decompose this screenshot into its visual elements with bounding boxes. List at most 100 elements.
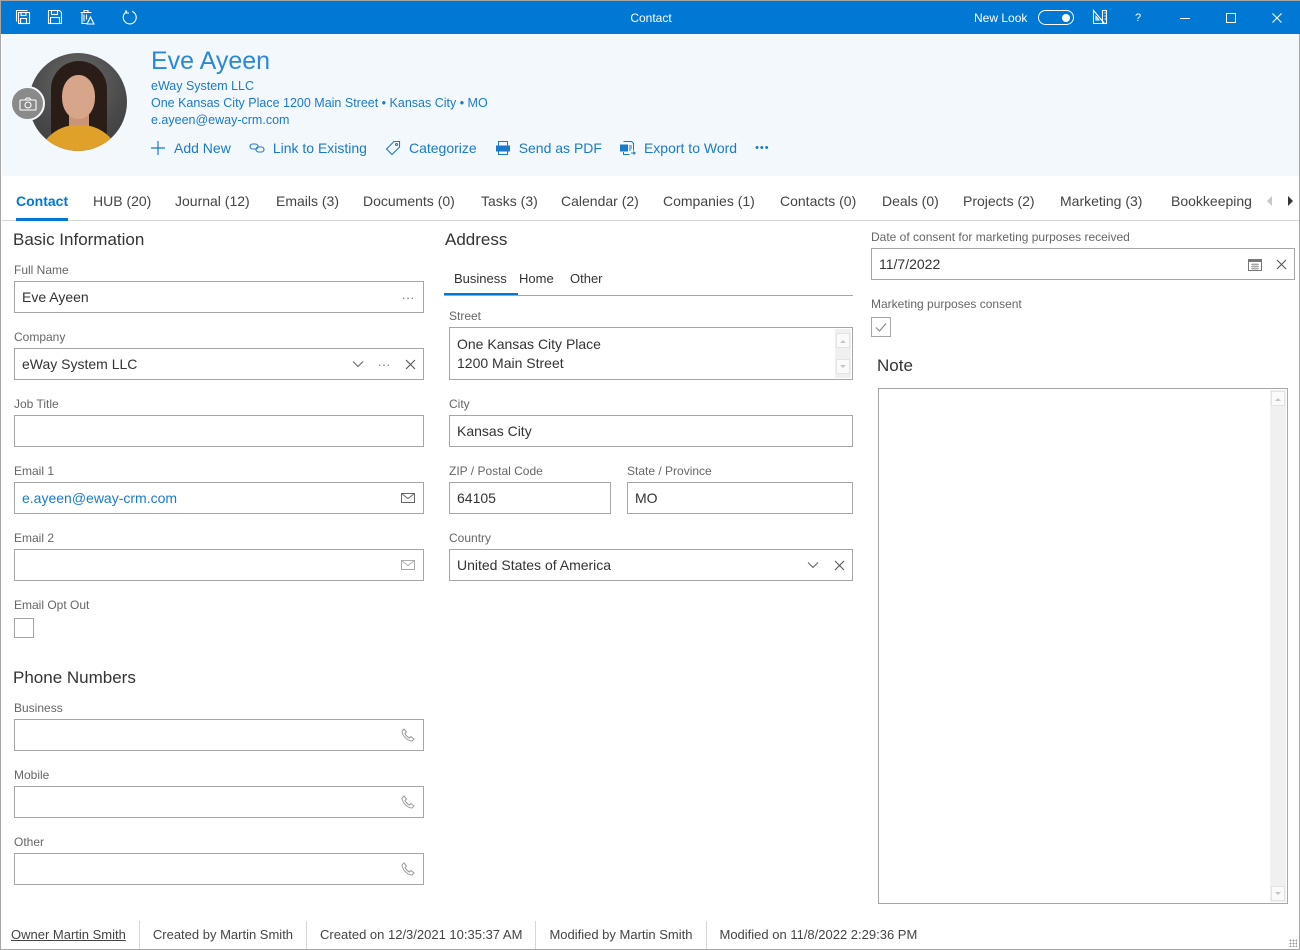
street-scrollbar[interactable] <box>835 329 851 378</box>
mail-icon[interactable] <box>395 483 421 513</box>
send-as-pdf-button[interactable]: Send as PDF <box>495 140 602 156</box>
business-phone-field[interactable] <box>14 719 424 751</box>
scroll-up-icon[interactable] <box>1271 391 1285 406</box>
action-bar: Add New Link to Existing Categorize Send… <box>150 138 788 158</box>
tab-contacts[interactable]: Contacts (0) <box>780 193 856 209</box>
country-value: United States of America <box>457 557 612 573</box>
tab-marketing[interactable]: Marketing (3) <box>1060 193 1142 209</box>
more-actions-button[interactable]: ••• <box>755 142 770 154</box>
street-field[interactable]: One Kansas City Place 1200 Main Street <box>449 327 853 380</box>
created-by: Created by Martin Smith <box>140 921 308 949</box>
tab-bookkeeping[interactable]: Bookkeeping <box>1171 193 1253 209</box>
minimize-button[interactable] <box>1165 1 1205 34</box>
note-field[interactable] <box>878 388 1288 904</box>
tab-documents[interactable]: Documents (0) <box>363 193 455 209</box>
city-label: City <box>449 397 470 411</box>
created-on: Created on 12/3/2021 10:35:37 AM <box>307 921 537 949</box>
other-phone-field[interactable] <box>14 853 424 885</box>
tab-calendar[interactable]: Calendar (2) <box>561 193 639 209</box>
owner-link[interactable]: Owner Martin Smith <box>2 921 140 949</box>
email2-label: Email 2 <box>14 531 55 545</box>
check-icon <box>875 323 887 332</box>
change-photo-button[interactable] <box>10 86 45 121</box>
send-as-pdf-label: Send as PDF <box>518 140 602 156</box>
camera-icon <box>18 96 37 111</box>
clear-icon[interactable] <box>397 349 423 379</box>
scroll-up-icon[interactable] <box>836 333 850 348</box>
modified-on: Modified on 11/8/2022 2:29:36 PM <box>719 927 918 942</box>
close-button[interactable] <box>1257 1 1297 34</box>
marketing-consent-checkbox[interactable] <box>871 317 891 337</box>
link-to-existing-label: Link to Existing <box>272 140 367 156</box>
more-icon[interactable]: ··· <box>395 282 421 312</box>
city-field[interactable]: Kansas City <box>449 415 853 447</box>
link-to-existing-button[interactable]: Link to Existing <box>249 140 367 156</box>
zip-value: 64105 <box>457 490 496 506</box>
full-name-label: Full Name <box>14 263 69 277</box>
header-company-link[interactable]: eWay System LLC <box>151 79 254 93</box>
more-icon[interactable]: ··· <box>371 349 397 379</box>
full-name-field[interactable]: Eve Ayeen ··· <box>14 281 424 313</box>
new-look-label: New Look <box>974 11 1028 25</box>
maximize-icon <box>1226 12 1236 23</box>
tab-scroll-right-button[interactable] <box>1285 195 1295 207</box>
mail-icon[interactable] <box>395 550 421 580</box>
email-opt-out-checkbox[interactable] <box>14 618 34 638</box>
job-title-field[interactable] <box>14 415 424 447</box>
phone-icon[interactable] <box>395 854 421 884</box>
tab-journal[interactable]: Journal (12) <box>175 193 250 209</box>
scroll-down-icon[interactable] <box>1271 886 1285 901</box>
save-and-close-icon[interactable] <box>15 9 31 25</box>
note-scrollbar[interactable] <box>1270 390 1286 902</box>
address-tab-other[interactable]: Other <box>570 271 603 286</box>
full-name-value: Eve Ayeen <box>22 289 89 305</box>
close-icon <box>1272 12 1282 23</box>
plus-icon <box>150 140 166 156</box>
header-email-link[interactable]: e.ayeen@eway-crm.com <box>151 113 289 127</box>
tab-hub[interactable]: HUB (20) <box>93 193 151 209</box>
categorize-button[interactable]: Categorize <box>385 140 477 156</box>
clear-icon[interactable] <box>826 550 852 580</box>
layout-designer-icon[interactable] <box>1092 9 1108 25</box>
business-phone-label: Business <box>14 701 63 715</box>
state-value: MO <box>635 490 658 506</box>
help-button[interactable]: ? <box>1118 1 1158 34</box>
tab-contact[interactable]: Contact <box>16 193 69 221</box>
scroll-down-icon[interactable] <box>836 359 850 374</box>
export-to-word-button[interactable]: Export to Word <box>619 140 737 156</box>
phone-icon[interactable] <box>395 720 421 750</box>
contact-header: Eve Ayeen eWay System LLC One Kansas Cit… <box>2 34 1299 176</box>
tab-scroll-left-button[interactable] <box>1265 195 1275 207</box>
tab-emails[interactable]: Emails (3) <box>276 193 339 209</box>
email1-label: Email 1 <box>14 464 55 478</box>
phone-icon[interactable] <box>395 787 421 817</box>
tab-projects[interactable]: Projects (2) <box>963 193 1035 209</box>
new-look-toggle[interactable] <box>1038 10 1074 25</box>
link-icon <box>249 140 265 156</box>
maximize-button[interactable] <box>1211 1 1251 34</box>
calendar-icon[interactable] <box>1242 249 1268 279</box>
consent-date-field[interactable]: 11/7/2022 <box>871 248 1295 280</box>
state-field[interactable]: MO <box>627 482 853 514</box>
address-tab-home[interactable]: Home <box>519 271 554 286</box>
tab-tasks[interactable]: Tasks (3) <box>481 193 538 209</box>
company-field[interactable]: eWay System LLC ··· <box>14 348 424 380</box>
header-address[interactable]: One Kansas City Place 1200 Main Street •… <box>151 96 488 110</box>
mobile-phone-field[interactable] <box>14 786 424 818</box>
reload-icon[interactable] <box>122 9 138 25</box>
clear-icon[interactable] <box>1268 249 1294 279</box>
street-line-2: 1200 Main Street <box>457 355 564 371</box>
tab-companies[interactable]: Companies (1) <box>663 193 755 209</box>
tab-deals[interactable]: Deals (0) <box>882 193 939 209</box>
chevron-down-icon[interactable] <box>345 349 371 379</box>
email2-field[interactable] <box>14 549 424 581</box>
zip-field[interactable]: 64105 <box>449 482 611 514</box>
add-new-button[interactable]: Add New <box>150 140 231 156</box>
email1-field[interactable]: e.ayeen@eway-crm.com <box>14 482 424 514</box>
country-field[interactable]: United States of America <box>449 549 853 581</box>
chevron-down-icon[interactable] <box>800 550 826 580</box>
save-icon[interactable] <box>47 9 63 25</box>
delete-icon[interactable] <box>79 9 95 25</box>
address-tab-business[interactable]: Business <box>444 271 518 295</box>
resize-grip[interactable] <box>1289 939 1297 947</box>
